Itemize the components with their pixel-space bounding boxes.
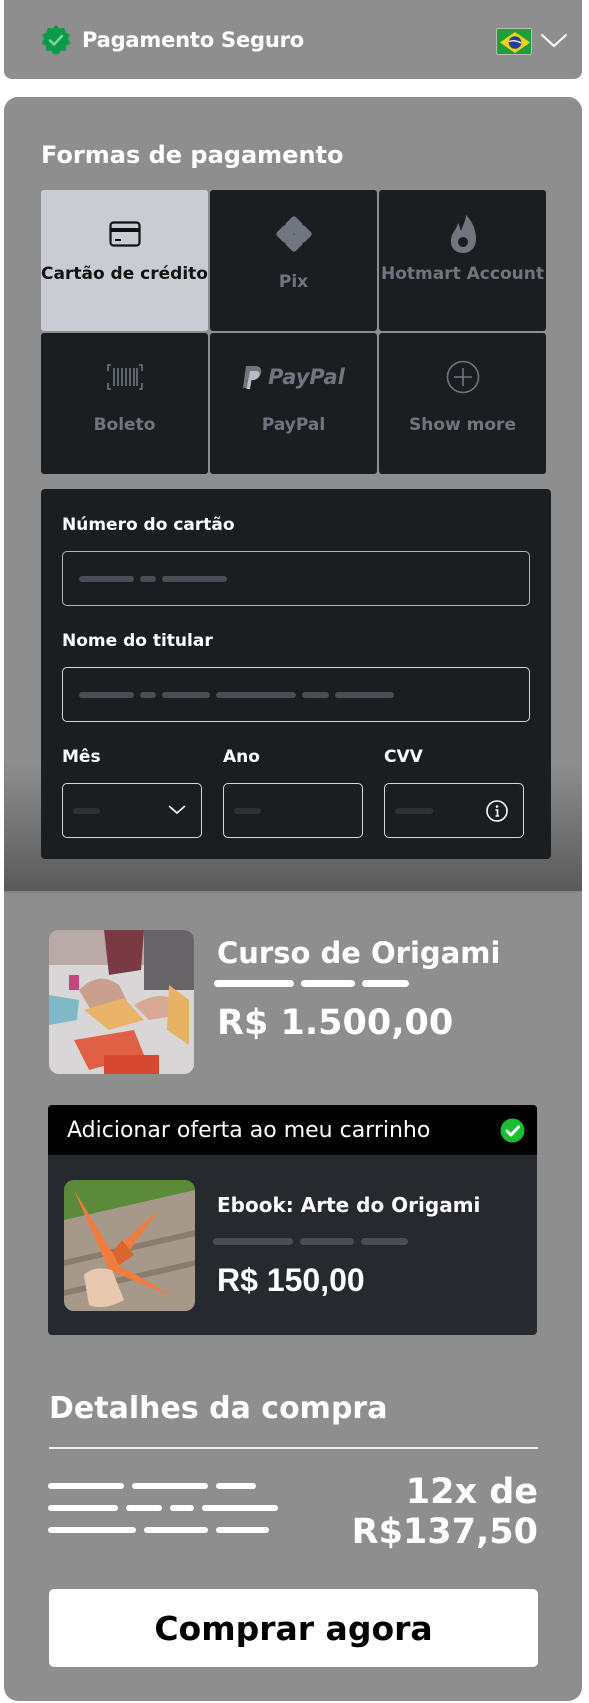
- holder-name-input[interactable]: [62, 667, 530, 722]
- installments-count: 12x de: [405, 1472, 538, 1512]
- method-label: PayPal: [261, 415, 326, 435]
- product-subtitle-placeholder: [214, 980, 409, 987]
- method-pix[interactable]: Pix: [210, 190, 377, 331]
- method-show-more[interactable]: Show more: [379, 333, 546, 474]
- method-label: Show more: [409, 415, 516, 435]
- card-number-placeholder: [79, 576, 227, 582]
- offer-image: [64, 1180, 195, 1311]
- hotmart-flame-icon: [450, 215, 476, 253]
- method-label: Pix: [278, 272, 309, 292]
- buy-now-button[interactable]: Comprar agora: [49, 1589, 538, 1667]
- verified-badge-icon: [41, 24, 71, 55]
- card-number-input[interactable]: [62, 551, 530, 606]
- method-label: Hotmart Account: [381, 264, 544, 284]
- month-select[interactable]: [62, 783, 202, 838]
- header-title: Pagamento Seguro: [82, 27, 304, 52]
- credit-card-icon: [108, 221, 141, 247]
- method-paypal[interactable]: PayPal PayPal: [210, 333, 377, 474]
- purchase-details-placeholder: [48, 1483, 278, 1549]
- product-title: Curso de Origami: [217, 936, 501, 970]
- year-input[interactable]: [223, 783, 363, 838]
- secure-payment-header: Pagamento Seguro: [4, 0, 582, 79]
- plus-circle-icon: [446, 360, 479, 394]
- order-bump-offer: Adicionar oferta ao meu carrinho Ebook: …: [48, 1105, 537, 1335]
- payment-section: Formas de pagamento Cartão de crédito Pi…: [4, 97, 582, 891]
- payment-methods-grid: Cartão de crédito Pix Hotmart Account Bo…: [41, 190, 551, 474]
- method-label: Cartão de crédito: [41, 264, 208, 284]
- chevron-down-icon[interactable]: [540, 32, 568, 50]
- holder-name-placeholder: [79, 692, 394, 698]
- offer-subtitle-placeholder: [213, 1238, 408, 1245]
- offer-title: Ebook: Arte do Origami: [217, 1193, 481, 1217]
- product-image: [49, 930, 194, 1074]
- year-label: Ano: [223, 747, 260, 767]
- add-offer-label: Adicionar oferta ao meu carrinho: [67, 1117, 431, 1143]
- card-number-label: Número do cartão: [62, 515, 235, 535]
- paypal-logo-text: PayPal: [268, 365, 345, 389]
- product-price: R$ 1.500,00: [217, 1003, 454, 1043]
- offer-price: R$ 150,00: [217, 1262, 365, 1298]
- holder-name-label: Nome do titular: [62, 631, 213, 651]
- pix-icon: [275, 216, 312, 252]
- installments-value: 12x de R$137,50: [352, 1472, 538, 1552]
- installment-amount: R$137,50: [351, 1512, 538, 1552]
- month-label: Mês: [62, 747, 101, 767]
- cvv-input[interactable]: [384, 783, 524, 838]
- purchase-details-title: Detalhes da compra: [49, 1391, 388, 1426]
- add-offer-toggle[interactable]: Adicionar oferta ao meu carrinho: [48, 1105, 537, 1155]
- barcode-icon: [106, 364, 143, 390]
- method-label: Boleto: [93, 415, 156, 435]
- cvv-label: CVV: [384, 747, 423, 767]
- divider: [49, 1447, 538, 1449]
- credit-card-form: Número do cartão Nome do titular Mês Ano…: [41, 489, 551, 859]
- method-boleto[interactable]: Boleto: [41, 333, 208, 474]
- method-hotmart-account[interactable]: Hotmart Account: [379, 190, 546, 331]
- paypal-logo-icon: PayPal: [242, 357, 345, 397]
- method-credit-card[interactable]: Cartão de crédito: [41, 190, 208, 331]
- checkout-panel: Formas de pagamento Cartão de crédito Pi…: [4, 97, 582, 1701]
- chevron-down-icon: [168, 805, 186, 815]
- payment-methods-title: Formas de pagamento: [41, 141, 344, 169]
- brazil-flag-icon[interactable]: [496, 28, 532, 55]
- info-icon[interactable]: [485, 799, 509, 823]
- checked-circle-icon[interactable]: [500, 1118, 525, 1143]
